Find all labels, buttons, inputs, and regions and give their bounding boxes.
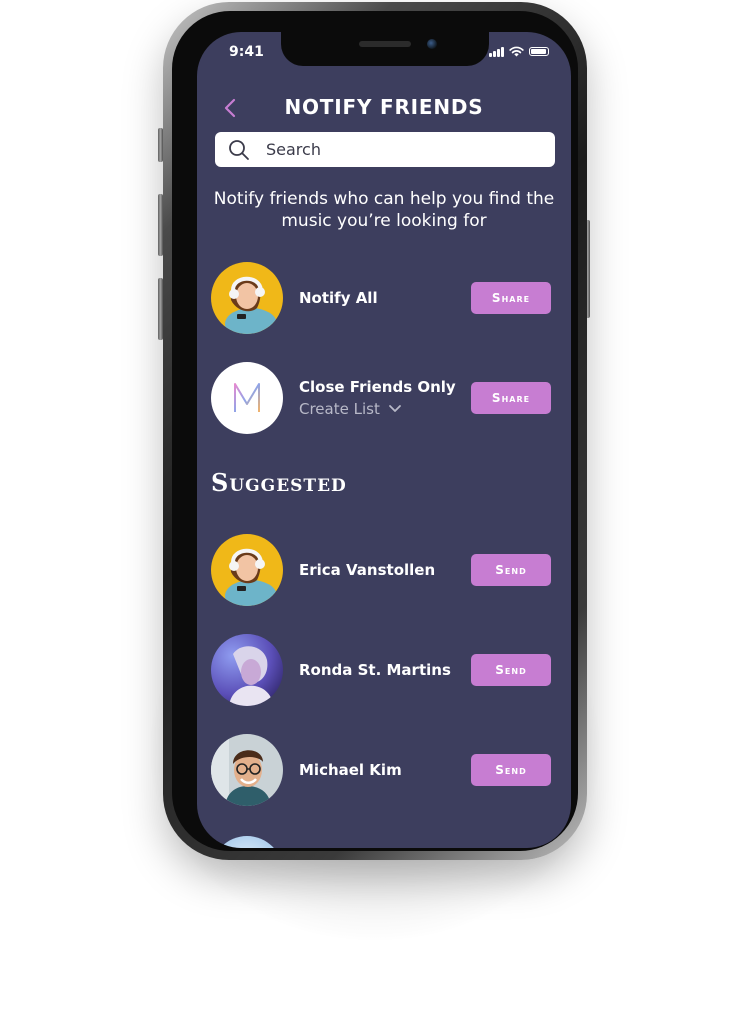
list-item-notify-all: Notify All Share <box>211 262 557 334</box>
phone-bezel: 9:41 NOTIFY FRIENDS Search Notify friend… <box>172 11 578 851</box>
m-logo-icon <box>234 383 260 412</box>
list-item-name: Close Friends Only <box>299 378 456 396</box>
avatar <box>211 262 283 334</box>
list-item-name: Notify All <box>299 289 378 307</box>
avatar <box>211 634 283 706</box>
battery-icon <box>529 47 549 56</box>
page-title: NOTIFY FRIENDS <box>284 95 484 119</box>
create-list-dropdown[interactable]: Create List <box>299 400 402 418</box>
search-bar[interactable] <box>215 132 555 167</box>
signal-icon <box>489 46 504 57</box>
search-icon <box>229 139 249 160</box>
create-list-label: Create List <box>299 400 380 418</box>
avatar-partial <box>211 836 283 848</box>
avatar <box>211 734 283 806</box>
notch <box>281 32 489 66</box>
app-screen: 9:41 NOTIFY FRIENDS Search Notify friend… <box>197 32 571 848</box>
list-item-suggested: Erica Vanstollen Send <box>211 534 557 606</box>
list-item-close-friends: Close Friends Only Create List Share <box>211 362 557 434</box>
stage: 9:41 NOTIFY FRIENDS Search Notify friend… <box>0 0 743 1021</box>
camera-icon <box>427 39 437 49</box>
list-item-suggested: Michael Kim Send <box>211 734 557 806</box>
list-item-name: Michael Kim <box>299 761 402 779</box>
status-icons <box>489 46 549 57</box>
chevron-down-icon <box>388 405 401 412</box>
phone-frame: 9:41 NOTIFY FRIENDS Search Notify friend… <box>163 2 587 860</box>
send-button[interactable]: Send <box>471 754 551 786</box>
share-button[interactable]: Share <box>471 382 551 414</box>
speaker <box>359 41 411 47</box>
avatar <box>211 362 283 434</box>
section-title-suggested: Suggested <box>211 468 347 497</box>
send-button[interactable]: Send <box>471 654 551 686</box>
wifi-icon <box>509 46 524 57</box>
subtitle: Notify friends who can help you find the… <box>213 189 555 231</box>
search-input[interactable] <box>264 139 528 160</box>
list-item-name: Erica Vanstollen <box>299 561 436 579</box>
avatar <box>211 534 283 606</box>
list-item-suggested: Ronda St. Martins Send <box>211 634 557 706</box>
status-time: 9:41 <box>229 44 264 60</box>
send-button[interactable]: Send <box>471 554 551 586</box>
header: NOTIFY FRIENDS <box>197 92 571 124</box>
list-item-name: Ronda St. Martins <box>299 661 451 679</box>
share-button[interactable]: Share <box>471 282 551 314</box>
